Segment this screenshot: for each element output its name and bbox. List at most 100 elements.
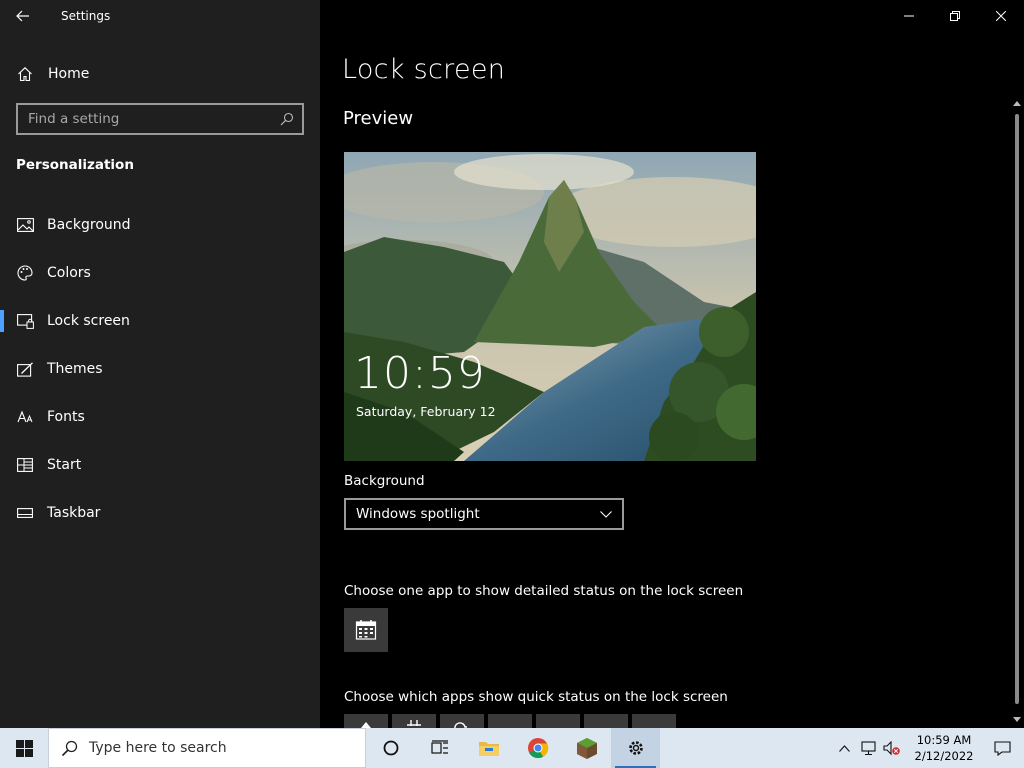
- quick-status-apps: [344, 714, 676, 728]
- detailed-status-app-button[interactable]: [344, 608, 388, 652]
- lock-screen-icon: [16, 312, 34, 330]
- fonts-icon: [16, 408, 34, 426]
- volume-muted-icon: [883, 740, 900, 755]
- start-icon: [16, 456, 34, 474]
- quick-status-app-button[interactable]: [632, 714, 676, 728]
- sidebar: Settings Home Personalization Background: [0, 0, 320, 728]
- find-setting-search[interactable]: [16, 103, 304, 135]
- sidebar-item-label: Themes: [47, 361, 103, 377]
- show-hidden-icons-button[interactable]: [832, 728, 856, 768]
- network-button[interactable]: [856, 728, 880, 768]
- background-dropdown[interactable]: Windows spotlight: [344, 498, 624, 530]
- background-dropdown-value: Windows spotlight: [356, 506, 480, 522]
- notification-icon: [993, 740, 1011, 756]
- calendar-icon: [407, 720, 421, 726]
- taskbar-clock[interactable]: 10:59 AM 2/12/2022: [908, 732, 980, 764]
- chevron-up-icon: [838, 744, 850, 752]
- task-view-icon: [430, 740, 448, 754]
- window-controls: [886, 0, 1024, 32]
- system-tray: 10:59 AM 2/12/2022: [832, 728, 1024, 768]
- quick-status-app-button[interactable]: [344, 714, 388, 728]
- clock-time: 10:59 AM: [916, 733, 972, 747]
- quick-status-app-button[interactable]: [488, 714, 532, 728]
- taskbar-icon: [16, 504, 34, 522]
- settings-button[interactable]: [611, 728, 660, 768]
- sidebar-item-themes[interactable]: Themes: [0, 345, 320, 393]
- sidebar-item-taskbar[interactable]: Taskbar: [0, 489, 320, 537]
- cortana-button[interactable]: [366, 728, 415, 768]
- sidebar-item-background[interactable]: Background: [0, 201, 320, 249]
- start-button[interactable]: [0, 728, 48, 768]
- sidebar-item-label: Start: [47, 457, 82, 473]
- quick-status-app-button[interactable]: [440, 714, 484, 728]
- restore-button[interactable]: [932, 0, 978, 32]
- search-icon: [49, 740, 89, 757]
- page-title: Lock screen: [342, 54, 506, 85]
- detailed-status-label: Choose one app to show detailed status o…: [344, 583, 744, 599]
- lock-screen-preview: 10:59 Saturday, February 12: [344, 152, 756, 461]
- image-icon: [16, 216, 34, 234]
- restore-icon: [950, 11, 960, 21]
- app-icon: [361, 722, 371, 728]
- taskbar-search-box[interactable]: Type here to search: [48, 728, 366, 768]
- quick-status-label: Choose which apps show quick status on t…: [344, 689, 728, 705]
- title-bar: Settings: [0, 0, 320, 32]
- preview-time: 10:59: [354, 348, 486, 399]
- windows-logo-icon: [15, 739, 33, 757]
- action-center-button[interactable]: [980, 728, 1024, 768]
- volume-button[interactable]: [880, 728, 904, 768]
- minecraft-button[interactable]: [562, 728, 611, 768]
- minimize-icon: [904, 15, 914, 17]
- quick-status-app-button[interactable]: [584, 714, 628, 728]
- weather-icon: [454, 722, 467, 728]
- palette-icon: [16, 264, 34, 282]
- close-icon: [996, 11, 1006, 21]
- preview-date: Saturday, February 12: [356, 404, 496, 419]
- taskbar: Type here to search 10:59 AM 2/12/2022: [0, 728, 1024, 768]
- sidebar-item-fonts[interactable]: Fonts: [0, 393, 320, 441]
- quick-status-app-button[interactable]: [392, 714, 436, 728]
- scroll-down-arrow[interactable]: [1010, 712, 1024, 726]
- back-button[interactable]: [0, 0, 46, 32]
- home-nav[interactable]: Home: [0, 56, 320, 92]
- sidebar-item-label: Background: [47, 217, 131, 233]
- sidebar-item-start[interactable]: Start: [0, 441, 320, 489]
- vertical-scrollbar[interactable]: [1010, 96, 1024, 728]
- chrome-button[interactable]: [513, 728, 562, 768]
- taskbar-apps: [366, 728, 660, 768]
- background-label: Background: [344, 473, 425, 489]
- find-setting-input[interactable]: [18, 105, 272, 133]
- settings-window: Settings Home Personalization Background: [0, 0, 1024, 728]
- chrome-icon: [527, 738, 548, 759]
- sidebar-item-label: Taskbar: [47, 505, 101, 521]
- minecraft-icon: [576, 738, 597, 759]
- sidebar-item-lock-screen[interactable]: Lock screen: [0, 297, 320, 345]
- close-button[interactable]: [978, 0, 1024, 32]
- network-icon: [860, 740, 876, 755]
- settings-icon: [628, 741, 643, 755]
- app-title: Settings: [61, 9, 111, 23]
- themes-icon: [16, 360, 34, 378]
- back-arrow-icon: [16, 10, 29, 22]
- scroll-up-arrow[interactable]: [1010, 96, 1024, 110]
- home-icon: [16, 65, 34, 83]
- taskbar-search-placeholder: Type here to search: [89, 740, 227, 756]
- search-icon[interactable]: [272, 112, 302, 126]
- calendar-icon: [355, 620, 377, 640]
- file-explorer-button[interactable]: [464, 728, 513, 768]
- section-title: Personalization: [16, 157, 134, 173]
- chevron-down-icon: [600, 510, 612, 518]
- minimize-button[interactable]: [886, 0, 932, 32]
- quick-status-app-button[interactable]: [536, 714, 580, 728]
- scrollbar-thumb[interactable]: [1015, 114, 1019, 704]
- file-explorer-icon: [478, 742, 499, 756]
- sidebar-nav: Background Colors Lock screen Themes Fon…: [0, 201, 320, 537]
- sidebar-item-label: Lock screen: [47, 313, 130, 329]
- preview-heading: Preview: [343, 108, 414, 129]
- cortana-icon: [383, 740, 398, 756]
- main-content: Lock screen Preview 10:59 Saturday, Febr…: [320, 0, 1024, 728]
- task-view-button[interactable]: [415, 728, 464, 768]
- sidebar-item-label: Colors: [47, 265, 91, 281]
- sidebar-item-colors[interactable]: Colors: [0, 249, 320, 297]
- sidebar-item-label: Fonts: [47, 409, 85, 425]
